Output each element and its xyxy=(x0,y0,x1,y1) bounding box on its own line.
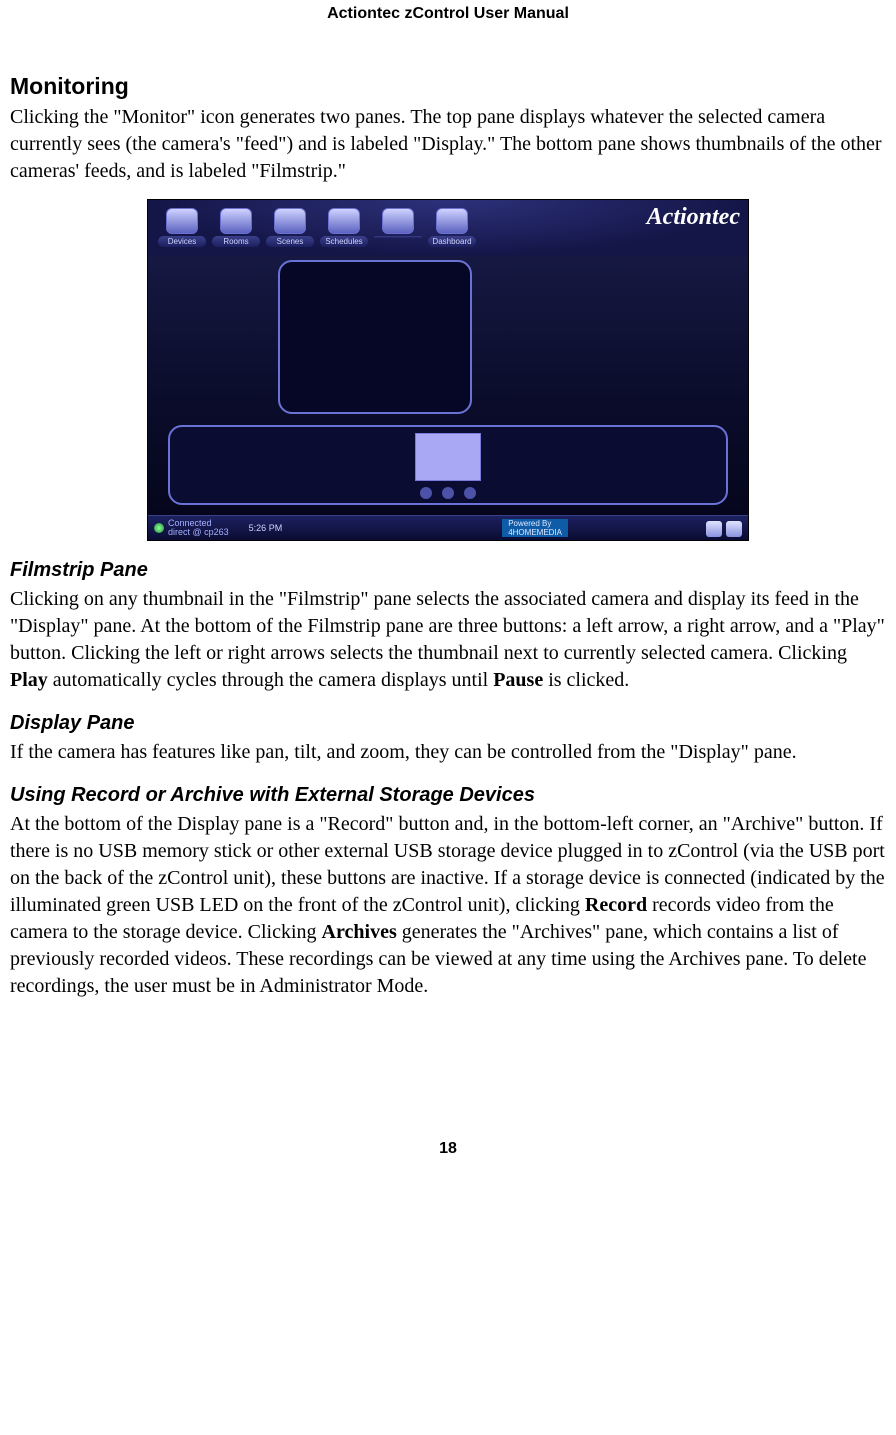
bold-archives: Archives xyxy=(322,921,397,943)
status-time: 5:26 PM xyxy=(249,523,283,533)
subsection-record: Using Record or Archive with External St… xyxy=(10,784,886,807)
toolbar-label: Devices xyxy=(158,236,206,247)
display-pane[interactable] xyxy=(278,260,472,414)
toolbar-btn-rooms[interactable]: Rooms xyxy=(212,208,260,247)
toolbar-btn-scenes[interactable]: Scenes xyxy=(266,208,314,247)
toolbar-label: Scenes xyxy=(266,236,314,247)
app-header: Devices Rooms Scenes Schedules Dashboard… xyxy=(148,200,748,256)
app-screenshot-figure: Devices Rooms Scenes Schedules Dashboard… xyxy=(147,199,749,541)
display-paragraph: If the camera has features like pan, til… xyxy=(10,739,886,766)
devices-icon xyxy=(166,208,198,234)
connection-status-icon xyxy=(154,523,164,533)
powered-by-name: 4HOMEMEDIA xyxy=(508,528,562,537)
app-toolbar: Devices Rooms Scenes Schedules Dashboard xyxy=(158,208,476,247)
section-heading-monitoring: Monitoring xyxy=(10,73,886,100)
toolbar-label: Schedules xyxy=(320,236,368,247)
filmstrip-thumbnail[interactable] xyxy=(415,433,481,481)
bold-pause: Pause xyxy=(493,669,543,691)
brand-logo: Actiontec xyxy=(647,204,740,231)
connection-line2: direct @ cp263 xyxy=(168,528,229,537)
rooms-icon xyxy=(220,208,252,234)
status-bar: Connected direct @ cp263 5:26 PM Powered… xyxy=(148,515,748,540)
record-paragraph: At the bottom of the Display pane is a "… xyxy=(10,811,886,1000)
running-header: Actiontec zControl User Manual xyxy=(10,0,886,73)
toolbar-btn-cameras[interactable] xyxy=(374,208,422,247)
toolbar-label: Rooms xyxy=(212,236,260,247)
bold-record: Record xyxy=(585,894,647,916)
subsection-display: Display Pane xyxy=(10,712,886,735)
filmstrip-pane[interactable] xyxy=(168,425,728,505)
toolbar-btn-devices[interactable]: Devices xyxy=(158,208,206,247)
text-run: automatically cycles through the camera … xyxy=(48,669,493,691)
toolbar-btn-dashboard[interactable]: Dashboard xyxy=(428,208,476,247)
subsection-filmstrip: Filmstrip Pane xyxy=(10,559,886,582)
powered-by-label: Powered By xyxy=(508,519,562,528)
page-number: 18 xyxy=(10,1140,886,1158)
filmstrip-controls xyxy=(420,487,476,499)
bold-play: Play xyxy=(10,669,48,691)
text-run: is clicked. xyxy=(543,669,629,691)
toolbar-label: Dashboard xyxy=(428,236,476,247)
connection-text: Connected direct @ cp263 xyxy=(168,519,229,537)
filmstrip-paragraph: Clicking on any thumbnail in the "Filmst… xyxy=(10,586,886,694)
dashboard-icon xyxy=(436,208,468,234)
toolbar-label xyxy=(374,236,422,238)
schedules-icon xyxy=(328,208,360,234)
settings-icon[interactable] xyxy=(726,521,742,537)
section-intro: Clicking the "Monitor" icon generates tw… xyxy=(10,104,886,185)
cameras-icon xyxy=(382,208,414,234)
powered-by-badge: Powered By 4HOMEMEDIA xyxy=(502,519,568,537)
scenes-icon xyxy=(274,208,306,234)
prev-arrow-icon[interactable] xyxy=(420,487,432,499)
text-run: Clicking on any thumbnail in the "Filmst… xyxy=(10,588,885,664)
play-icon[interactable] xyxy=(442,487,454,499)
toolbar-btn-schedules[interactable]: Schedules xyxy=(320,208,368,247)
next-arrow-icon[interactable] xyxy=(464,487,476,499)
lock-icon[interactable] xyxy=(706,521,722,537)
